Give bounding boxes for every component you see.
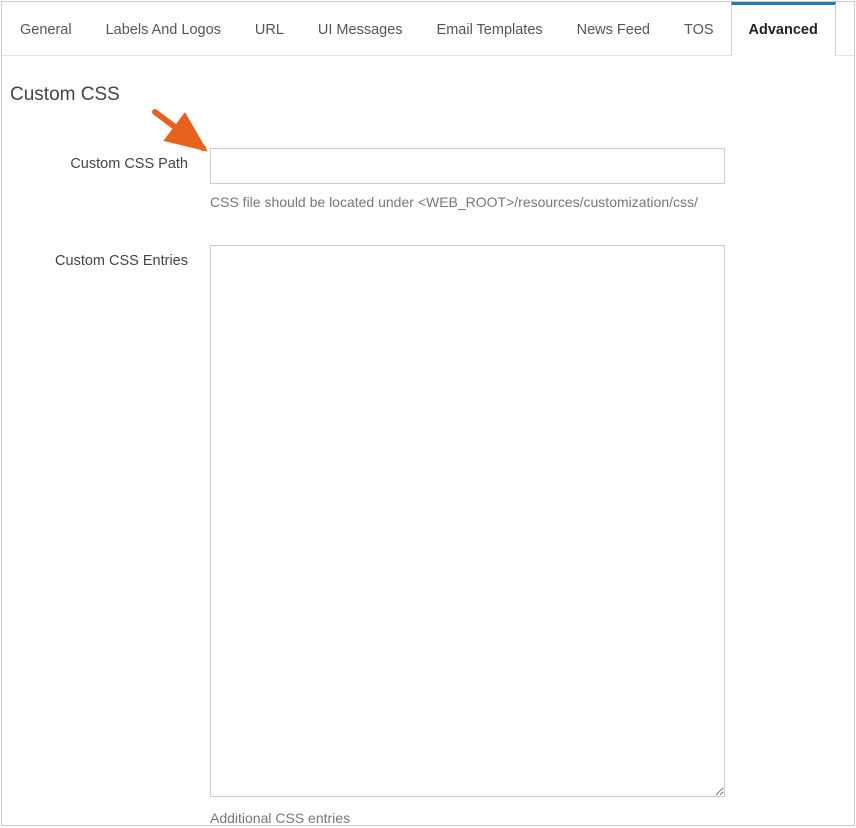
custom-css-entries-textarea[interactable]: [210, 245, 725, 797]
tab-tos[interactable]: TOS: [667, 2, 731, 55]
tab-general[interactable]: General: [2, 2, 89, 55]
page-title: Custom CSS: [10, 84, 848, 106]
label-custom-css-entries: Custom CSS Entries: [8, 245, 210, 269]
tab-email-templates[interactable]: Email Templates: [420, 2, 560, 55]
tabs-bar: General Labels And Logos URL UI Messages…: [2, 2, 854, 56]
help-text-css-entries: Additional CSS entries: [210, 810, 725, 826]
field-wrapper-css-entries: Additional CSS entries: [210, 245, 725, 826]
content-area: Custom CSS Custom CSS Path CSS file shou…: [2, 56, 854, 826]
help-text-css-path: CSS file should be located under <WEB_RO…: [210, 194, 725, 210]
tab-labels-and-logos[interactable]: Labels And Logos: [89, 2, 238, 55]
field-wrapper-css-path: CSS file should be located under <WEB_RO…: [210, 148, 725, 210]
custom-css-path-input[interactable]: [210, 148, 725, 184]
tab-advanced[interactable]: Advanced: [731, 2, 836, 56]
row-custom-css-path: Custom CSS Path CSS file should be locat…: [8, 148, 848, 210]
row-custom-css-entries: Custom CSS Entries Additional CSS entrie…: [8, 245, 848, 826]
tab-news-feed[interactable]: News Feed: [560, 2, 667, 55]
tab-url[interactable]: URL: [238, 2, 301, 55]
tab-ui-messages[interactable]: UI Messages: [301, 2, 420, 55]
settings-panel: General Labels And Logos URL UI Messages…: [1, 1, 855, 826]
label-custom-css-path: Custom CSS Path: [8, 148, 210, 172]
